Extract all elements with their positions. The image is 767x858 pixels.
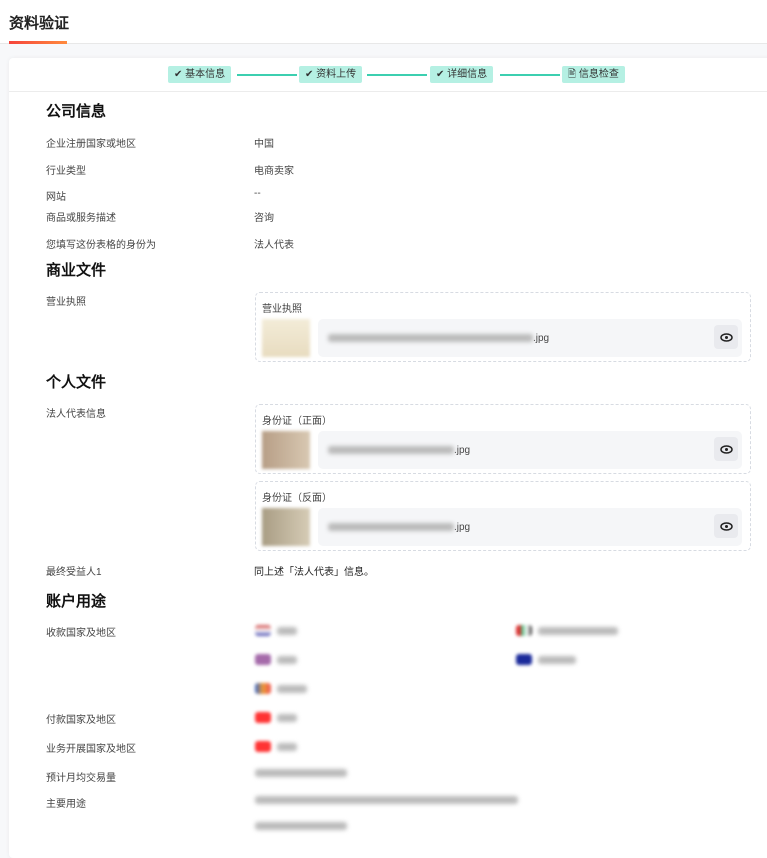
country-item (516, 654, 576, 665)
field-label: 商品或服务描述 (46, 213, 116, 224)
field-value: 中国 (254, 139, 274, 150)
flag-icon (255, 741, 271, 752)
country-item (516, 625, 618, 636)
page-title: 资料验证 (9, 15, 70, 32)
check-icon: ✔ (305, 69, 317, 80)
country-item (255, 712, 297, 723)
field-label: 营业执照 (46, 297, 86, 308)
field-value: 咨询 (254, 213, 274, 224)
file-caption: 身份证（正面） (262, 416, 332, 427)
file-thumbnail[interactable] (262, 431, 310, 469)
file-name: .jpg (328, 522, 470, 533)
file-row: .jpg (318, 319, 742, 357)
flag-icon (255, 654, 271, 665)
eye-icon[interactable] (714, 437, 738, 461)
field-label: 主要用途 (46, 799, 86, 810)
file-thumbnail[interactable] (262, 319, 310, 357)
field-label: 业务开展国家及地区 (46, 744, 136, 755)
field-label: 您填写这份表格的身份为 (46, 240, 156, 251)
step-connector (500, 74, 560, 76)
section-account: 账户用途 (46, 593, 107, 610)
eye-icon[interactable] (714, 325, 738, 349)
field-value (255, 768, 347, 779)
file-name: .jpg (328, 445, 470, 456)
stepper: ✔ 基本信息 ✔ 资料上传 ✔ 详细信息 🖹 信息检查 (9, 58, 767, 92)
title-underline (9, 41, 67, 44)
field-label: 网站 (46, 192, 66, 203)
header: 资料验证 (0, 0, 767, 44)
verification-card: ✔ 基本信息 ✔ 资料上传 ✔ 详细信息 🖹 信息检查 公司信息 企业注册国家或… (9, 58, 767, 858)
flag-icon (516, 654, 532, 665)
country-item (255, 654, 297, 665)
field-label: 企业注册国家或地区 (46, 139, 136, 150)
step-connector (237, 74, 297, 76)
section-personal-docs: 个人文件 (46, 374, 107, 391)
field-label: 行业类型 (46, 166, 86, 177)
edit-doc-icon: 🖹 (568, 69, 579, 80)
flag-icon (255, 683, 271, 694)
field-value: 法人代表 (254, 240, 294, 251)
field-label: 付款国家及地区 (46, 715, 116, 726)
id-back-upload: 身份证（反面） .jpg (255, 481, 751, 551)
section-business-docs: 商业文件 (46, 262, 107, 279)
step-upload[interactable]: ✔ 资料上传 (299, 66, 363, 83)
file-caption: 营业执照 (262, 304, 302, 315)
field-label: 收款国家及地区 (46, 628, 116, 639)
country-item (255, 683, 307, 694)
id-front-upload: 身份证（正面） .jpg (255, 404, 751, 474)
file-thumbnail[interactable] (262, 508, 310, 546)
file-row: .jpg (318, 431, 742, 469)
flag-icon (516, 625, 532, 636)
file-name: .jpg (328, 333, 549, 344)
field-value (255, 821, 347, 832)
eye-icon[interactable] (714, 514, 738, 538)
step-details[interactable]: ✔ 详细信息 (430, 66, 494, 83)
file-caption: 身份证（反面） (262, 493, 332, 504)
flag-icon (255, 625, 271, 636)
step-review[interactable]: 🖹 信息检查 (562, 66, 625, 83)
check-icon: ✔ (436, 69, 448, 80)
field-value: 电商卖家 (254, 166, 294, 177)
country-item (255, 625, 297, 636)
field-label: 法人代表信息 (46, 409, 106, 420)
field-value (255, 795, 518, 806)
step-basic-info[interactable]: ✔ 基本信息 (168, 66, 232, 83)
field-value: -- (254, 188, 261, 199)
country-item (255, 741, 297, 752)
field-value: 同上述「法人代表」信息。 (254, 567, 374, 578)
flag-icon (255, 712, 271, 723)
step-connector (367, 74, 427, 76)
file-row: .jpg (318, 508, 742, 546)
business-license-upload: 营业执照 .jpg (255, 292, 751, 362)
field-label: 预计月均交易量 (46, 773, 116, 784)
field-label: 最终受益人1 (46, 567, 102, 578)
section-company: 公司信息 (46, 103, 107, 120)
check-icon: ✔ (174, 69, 186, 80)
